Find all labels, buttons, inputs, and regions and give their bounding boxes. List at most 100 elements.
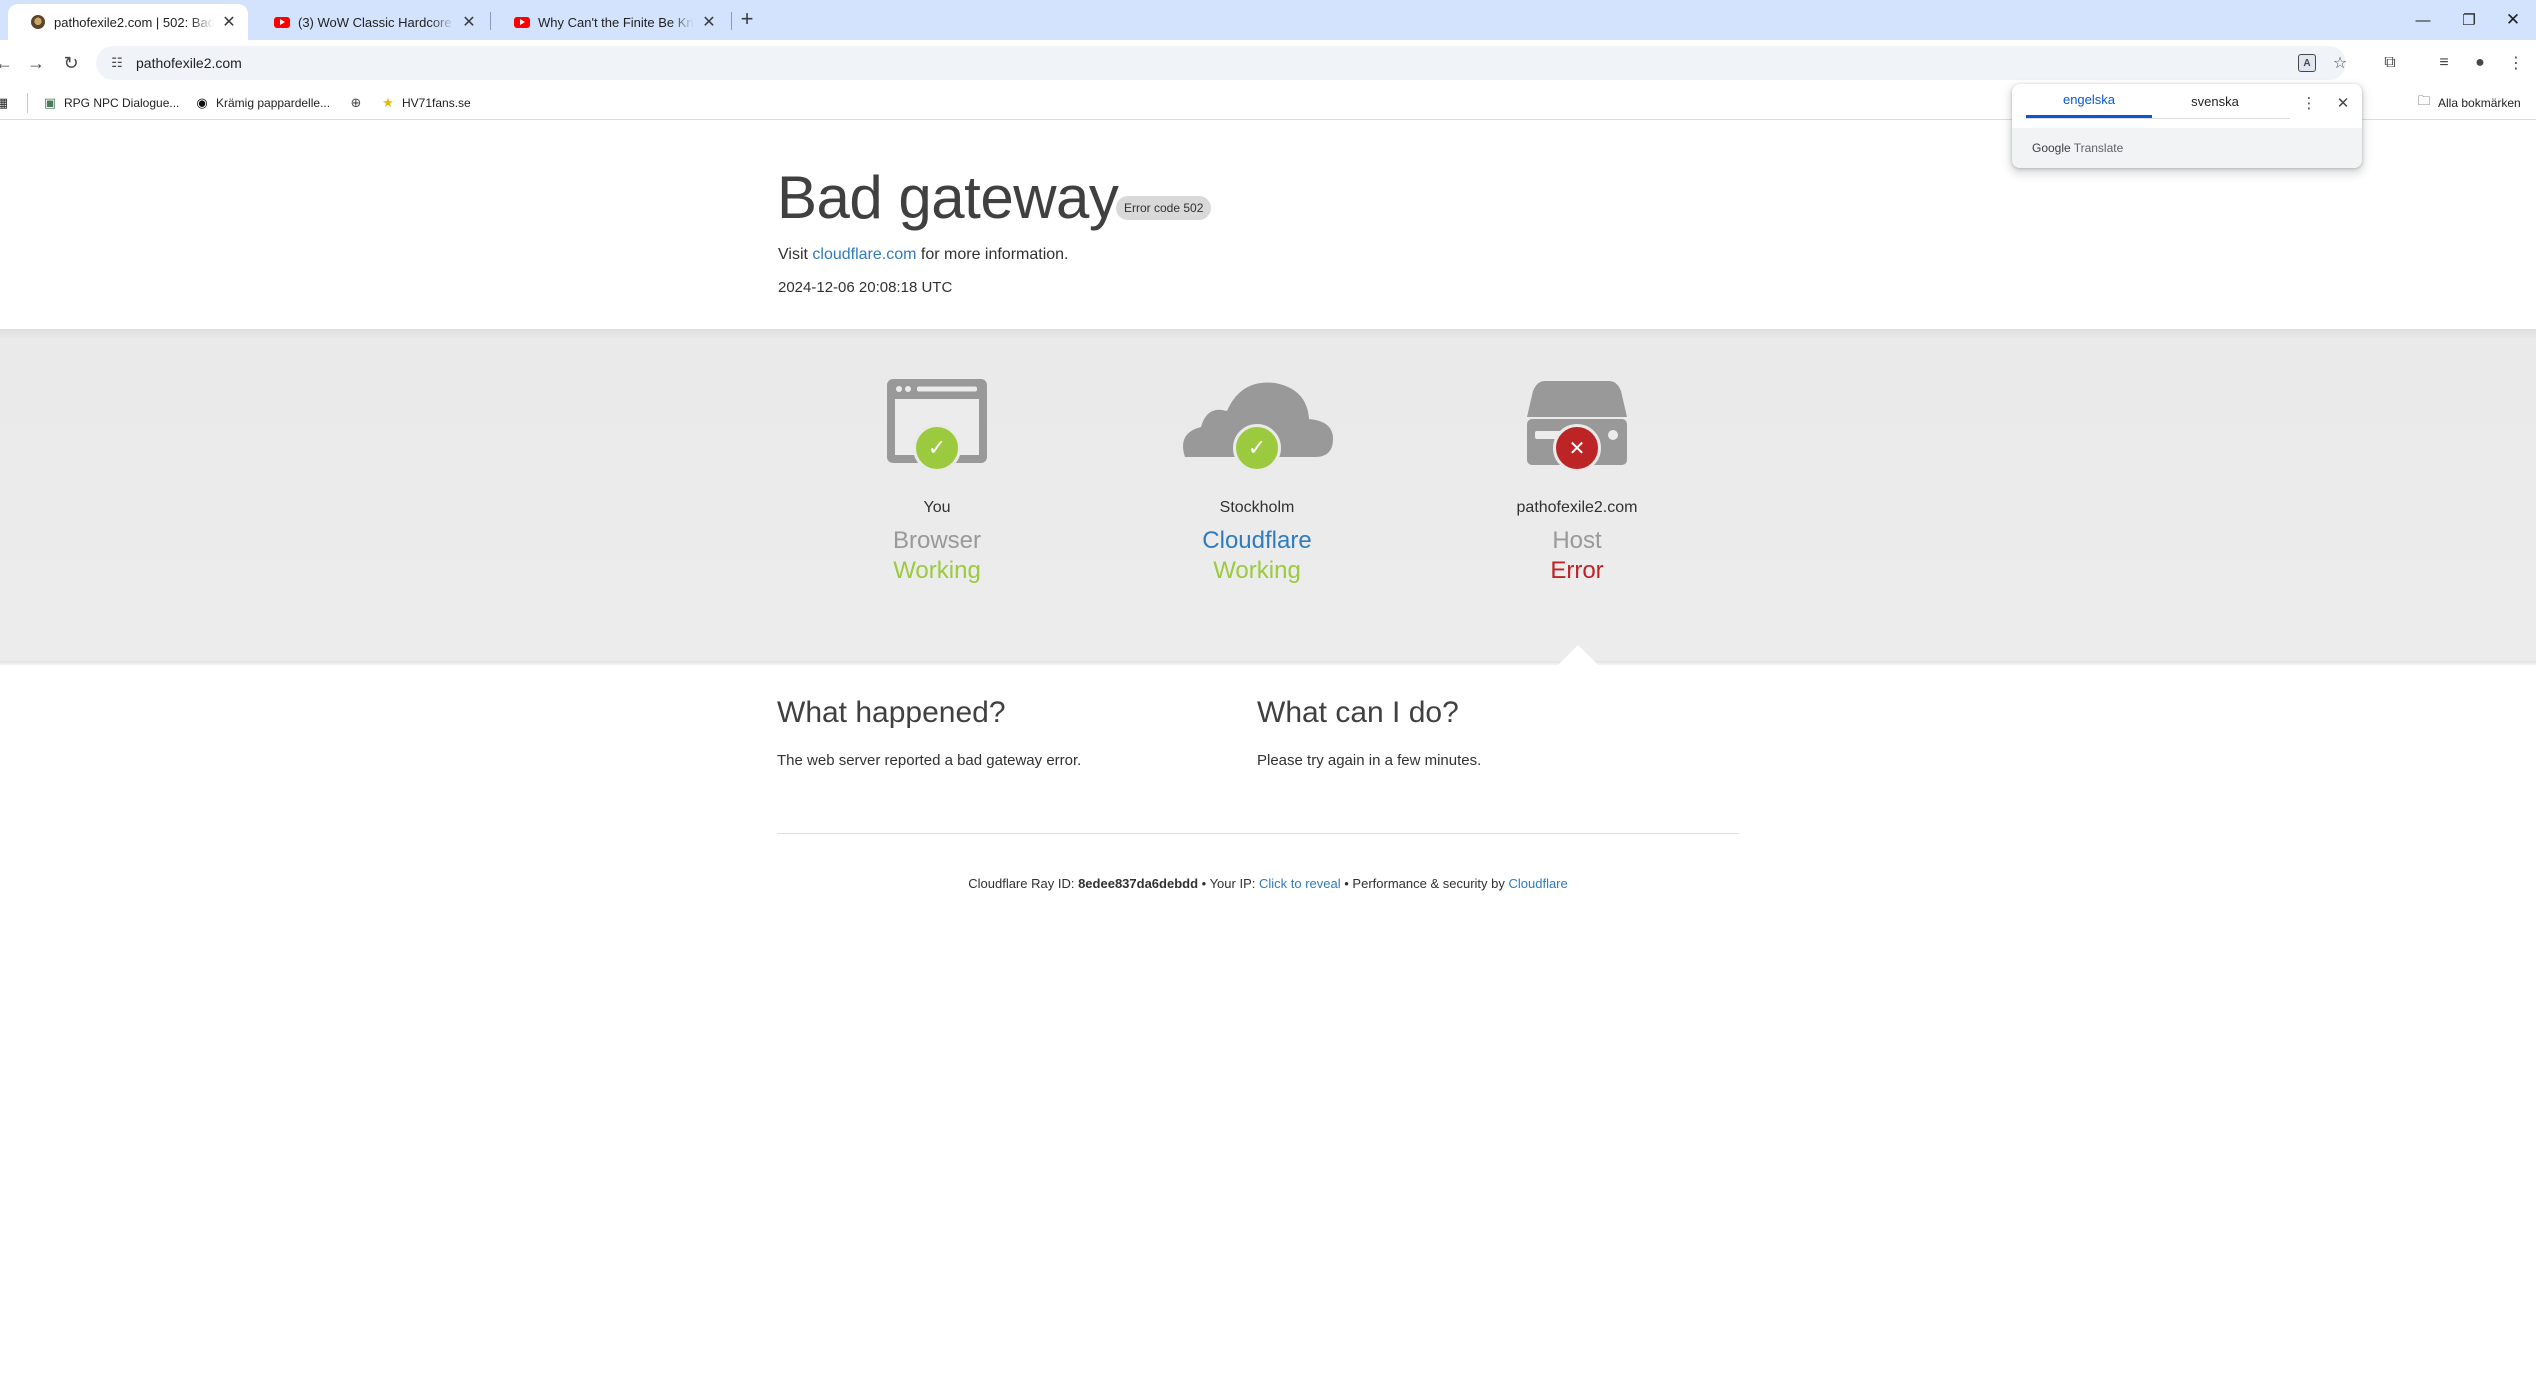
youtube-icon [514,14,530,30]
tab-wow-classic[interactable]: (3) WoW Classic Hardcore Is Crazy ✕ [252,4,488,40]
error-code-badge: Error code 502 [1116,196,1212,220]
new-tab-button[interactable]: + [735,8,759,32]
check-icon: ✓ [913,424,961,472]
minimize-icon[interactable]: — [2400,6,2446,34]
bookmarks-separator [27,93,28,113]
footer-divider [777,833,1739,834]
status-state: Working [893,557,981,584]
status-location: pathofexile2.com [1516,499,1638,516]
toolbar: ← → ↻ ☷ pathofexile2.com A ☆ ⧉ ≡ ● ⋮ [0,40,2536,86]
cloudflare-footer-link[interactable]: Cloudflare [1508,876,1567,891]
error-timestamp: 2024-12-06 20:08:18 UTC [778,279,953,296]
cloud-icon: ✓ [1097,377,1417,477]
x-icon: ✕ [1553,424,1601,472]
what-happened-section: What happened? The web server reported a… [777,696,1237,769]
translate-options-icon[interactable]: ⋮ [2298,92,2320,114]
cloudflare-role-link[interactable]: Cloudflare [1097,527,1417,555]
status-role: Host [1552,527,1602,554]
server-icon: ✕ [1417,377,1737,477]
host-pointer [1558,645,1598,665]
close-icon[interactable]: ✕ [700,13,718,31]
back-icon[interactable]: ← [0,49,18,77]
perf-label: • Performance & security by [1344,876,1505,891]
extensions-icon[interactable]: ⧉ [2376,49,2404,77]
bookmark-hv71fans[interactable]: ★ HV71fans.se [380,92,471,114]
bookmark-label: RPG NPC Dialogue... [64,96,180,110]
bookmark-star-icon[interactable]: ☆ [2326,49,2354,77]
visit-prefix: Visit [778,246,808,263]
check-icon: ✓ [1233,424,1281,472]
menu-kebab-icon[interactable]: ⋮ [2502,49,2530,77]
what-happened-title: What happened? [777,696,1006,729]
status-host: ✕ pathofexile2.com Host Error [1417,377,1737,584]
site-info-icon[interactable]: ☷ [108,54,126,72]
translate-footer: Google Translate [2012,128,2362,168]
close-icon[interactable]: ✕ [220,13,238,31]
bookmark-rpg-npc[interactable]: ▣ RPG NPC Dialogue... [42,92,180,114]
ray-label: Cloudflare Ray ID: [968,876,1075,891]
bookmark-label: HV71fans.se [402,96,471,110]
status-state: Working [1213,557,1301,584]
translate-icon[interactable]: A [2293,49,2321,77]
page-content: Bad gateway Error code 502 Visit cloudfl… [0,121,2536,1390]
tab-finite-known[interactable]: Why Can't the Finite Be Known? ✕ [492,4,728,40]
cloudflare-footer: Cloudflare Ray ID: 8edee837da6debdd • Yo… [0,876,2536,891]
all-bookmarks-label: Alla bokmärken [2438,96,2521,110]
tab-separator [731,12,732,30]
translate-product-label: Translate [2073,141,2124,155]
status-browser: ✓ You Browser Working [777,377,1097,584]
bookmark-globe[interactable]: ⊕ [348,92,370,114]
globe-icon: ⊕ [350,95,362,110]
tab-separator [490,12,491,30]
status-location: You [923,499,951,516]
status-band-edge [0,661,2536,665]
youtube-icon [274,14,290,30]
browser-icon: ✓ [777,377,1097,477]
page-title: Bad gateway [777,164,1119,231]
all-bookmarks-button[interactable]: 🗀 Alla bokmärken [2416,92,2521,114]
status-location: Stockholm [1219,499,1295,516]
profile-avatar-icon[interactable]: ● [2466,49,2494,77]
status-role: Browser [892,527,982,554]
forward-icon[interactable]: → [22,49,50,77]
tab-title: Why Can't the Finite Be Known? [538,14,694,30]
translate-close-icon[interactable]: ✕ [2332,92,2354,114]
tab-strip: pathofexile2.com | 502: Bad gateway ✕ (3… [0,0,2536,40]
translate-popup: engelska svenska ⋮ ✕ Google Translate [2012,84,2362,168]
poe-favicon [30,14,46,30]
reveal-ip-link[interactable]: Click to reveal [1259,876,1341,891]
what-can-i-do-section: What can I do? Please try again in a few… [1257,696,1717,769]
window-close-icon[interactable]: ✕ [2490,6,2536,34]
status-band: ✓ You Browser Working ✓ Stockholm Cloudf… [0,329,2536,661]
restore-icon[interactable]: ❐ [2446,6,2492,34]
visit-suffix: for more information. [920,246,1069,263]
cloudflare-link[interactable]: cloudflare.com [812,246,916,263]
reload-icon[interactable]: ↻ [57,49,85,77]
tab-title: (3) WoW Classic Hardcore Is Crazy [298,14,454,30]
status-state: Error [1550,557,1604,584]
site-icon: ◉ [196,95,208,110]
translate-source-tab[interactable]: engelska [2026,84,2152,118]
what-can-i-do-text: Please try again in a few minutes. [1257,752,1482,769]
translate-tab-line [2026,118,2290,119]
address-url[interactable]: pathofexile2.com [136,55,242,71]
tab-pathofexile2[interactable]: pathofexile2.com | 502: Bad gateway ✕ [8,4,248,40]
translate-target-tab[interactable]: svenska [2152,84,2278,118]
what-can-i-do-title: What can I do? [1257,696,1459,729]
ip-label: • Your IP: [1201,876,1256,891]
close-icon[interactable]: ✕ [460,13,478,31]
star-icon: ★ [382,95,394,110]
media-control-icon[interactable]: ≡ [2430,49,2458,77]
google-logo: Google [2032,141,2071,155]
rpg-icon: ▣ [43,95,57,110]
apps-grid-icon[interactable]: ▦ [0,92,16,114]
ray-id: 8edee837da6debdd [1078,876,1199,891]
tab-title: pathofexile2.com | 502: Bad gateway [54,14,214,30]
bookmark-label: Krämig pappardelle... [216,96,331,110]
bookmark-pappardelle[interactable]: ◉ Krämig pappardelle... [194,92,330,114]
address-bar[interactable]: ☷ pathofexile2.com [96,46,2346,80]
status-cloudflare: ✓ Stockholm Cloudflare Working [1097,377,1417,584]
what-happened-text: The web server reported a bad gateway er… [777,752,1082,769]
visit-line: Visit cloudflare.com for more informatio… [778,246,1069,264]
folder-icon: 🗀 [2417,93,2431,108]
